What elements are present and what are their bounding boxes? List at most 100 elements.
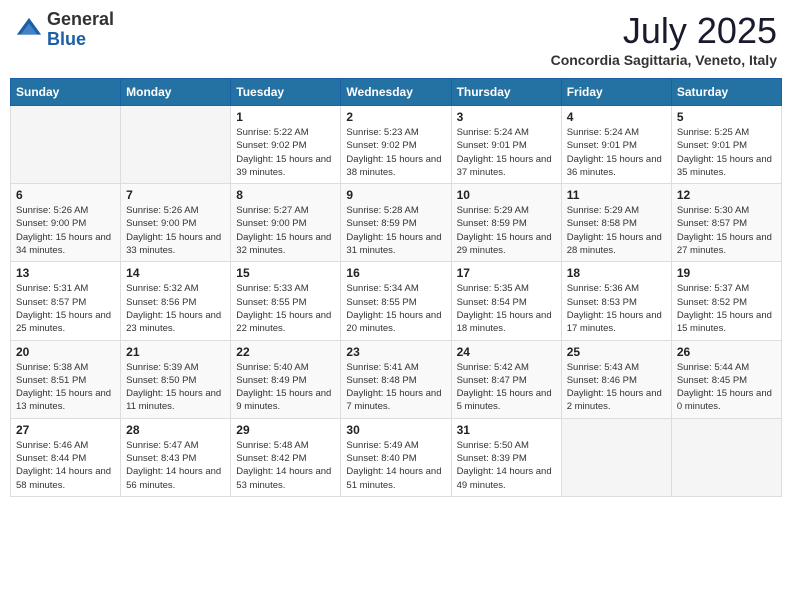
weekday-header-friday: Friday	[561, 79, 671, 106]
day-number: 10	[457, 188, 556, 202]
calendar-cell: 12 Sunrise: 5:30 AM Sunset: 8:57 PM Dayli…	[671, 184, 781, 262]
calendar-cell: 13 Sunrise: 5:31 AM Sunset: 8:57 PM Dayli…	[11, 262, 121, 340]
day-info: Sunrise: 5:24 AM Sunset: 9:01 PM Dayligh…	[457, 126, 556, 179]
day-info: Sunrise: 5:26 AM Sunset: 9:00 PM Dayligh…	[16, 204, 115, 257]
logo-icon	[15, 16, 43, 44]
day-number: 3	[457, 110, 556, 124]
day-number: 4	[567, 110, 666, 124]
calendar-week-2: 6 Sunrise: 5:26 AM Sunset: 9:00 PM Daylig…	[11, 184, 782, 262]
calendar-cell: 22 Sunrise: 5:40 AM Sunset: 8:49 PM Dayli…	[231, 340, 341, 418]
day-info: Sunrise: 5:44 AM Sunset: 8:45 PM Dayligh…	[677, 361, 776, 414]
day-number: 17	[457, 266, 556, 280]
day-number: 12	[677, 188, 776, 202]
day-info: Sunrise: 5:38 AM Sunset: 8:51 PM Dayligh…	[16, 361, 115, 414]
calendar-cell: 1 Sunrise: 5:22 AM Sunset: 9:02 PM Daylig…	[231, 106, 341, 184]
calendar-table: SundayMondayTuesdayWednesdayThursdayFrid…	[10, 78, 782, 497]
calendar-cell: 3 Sunrise: 5:24 AM Sunset: 9:01 PM Daylig…	[451, 106, 561, 184]
month-title: July 2025	[551, 10, 777, 52]
day-info: Sunrise: 5:31 AM Sunset: 8:57 PM Dayligh…	[16, 282, 115, 335]
calendar-cell: 18 Sunrise: 5:36 AM Sunset: 8:53 PM Dayli…	[561, 262, 671, 340]
day-info: Sunrise: 5:36 AM Sunset: 8:53 PM Dayligh…	[567, 282, 666, 335]
calendar-cell: 31 Sunrise: 5:50 AM Sunset: 8:39 PM Dayli…	[451, 418, 561, 496]
day-number: 7	[126, 188, 225, 202]
calendar-cell: 23 Sunrise: 5:41 AM Sunset: 8:48 PM Dayli…	[341, 340, 451, 418]
day-info: Sunrise: 5:27 AM Sunset: 9:00 PM Dayligh…	[236, 204, 335, 257]
day-number: 24	[457, 345, 556, 359]
weekday-header-saturday: Saturday	[671, 79, 781, 106]
day-number: 19	[677, 266, 776, 280]
day-number: 20	[16, 345, 115, 359]
calendar-cell: 26 Sunrise: 5:44 AM Sunset: 8:45 PM Dayli…	[671, 340, 781, 418]
calendar-cell: 20 Sunrise: 5:38 AM Sunset: 8:51 PM Dayli…	[11, 340, 121, 418]
calendar-cell: 5Sunrise: 5:25 AM Sunset: 9:01 PM Daylig…	[671, 106, 781, 184]
weekday-header-sunday: Sunday	[11, 79, 121, 106]
day-info: Sunrise: 5:28 AM Sunset: 8:59 PM Dayligh…	[346, 204, 445, 257]
day-number: 30	[346, 423, 445, 437]
weekday-header-monday: Monday	[121, 79, 231, 106]
calendar-cell: 7Sunrise: 5:26 AM Sunset: 9:00 PM Daylig…	[121, 184, 231, 262]
calendar-cell: 9Sunrise: 5:28 AM Sunset: 8:59 PM Daylig…	[341, 184, 451, 262]
day-info: Sunrise: 5:30 AM Sunset: 8:57 PM Dayligh…	[677, 204, 776, 257]
weekday-header-tuesday: Tuesday	[231, 79, 341, 106]
day-number: 21	[126, 345, 225, 359]
day-info: Sunrise: 5:48 AM Sunset: 8:42 PM Dayligh…	[236, 439, 335, 492]
day-number: 29	[236, 423, 335, 437]
calendar-cell: 19Sunrise: 5:37 AM Sunset: 8:52 PM Dayli…	[671, 262, 781, 340]
weekday-header-row: SundayMondayTuesdayWednesdayThursdayFrid…	[11, 79, 782, 106]
calendar-week-1: 1 Sunrise: 5:22 AM Sunset: 9:02 PM Daylig…	[11, 106, 782, 184]
calendar-cell	[121, 106, 231, 184]
day-number: 14	[126, 266, 225, 280]
logo-general-text: General	[47, 10, 114, 30]
day-info: Sunrise: 5:25 AM Sunset: 9:01 PM Dayligh…	[677, 126, 776, 179]
day-info: Sunrise: 5:33 AM Sunset: 8:55 PM Dayligh…	[236, 282, 335, 335]
day-info: Sunrise: 5:29 AM Sunset: 8:59 PM Dayligh…	[457, 204, 556, 257]
day-number: 27	[16, 423, 115, 437]
calendar-cell: 29 Sunrise: 5:48 AM Sunset: 8:42 PM Dayli…	[231, 418, 341, 496]
weekday-header-wednesday: Wednesday	[341, 79, 451, 106]
calendar-cell: 24Sunrise: 5:42 AM Sunset: 8:47 PM Dayli…	[451, 340, 561, 418]
calendar-cell: 15 Sunrise: 5:33 AM Sunset: 8:55 PM Dayli…	[231, 262, 341, 340]
day-number: 22	[236, 345, 335, 359]
day-number: 26	[677, 345, 776, 359]
title-block: July 2025 Concordia Sagittaria, Veneto, …	[551, 10, 777, 68]
calendar-cell: 14 Sunrise: 5:32 AM Sunset: 8:56 PM Dayli…	[121, 262, 231, 340]
day-info: Sunrise: 5:41 AM Sunset: 8:48 PM Dayligh…	[346, 361, 445, 414]
day-number: 31	[457, 423, 556, 437]
day-info: Sunrise: 5:32 AM Sunset: 8:56 PM Dayligh…	[126, 282, 225, 335]
day-number: 6	[16, 188, 115, 202]
day-info: Sunrise: 5:46 AM Sunset: 8:44 PM Dayligh…	[16, 439, 115, 492]
day-number: 15	[236, 266, 335, 280]
day-info: Sunrise: 5:47 AM Sunset: 8:43 PM Dayligh…	[126, 439, 225, 492]
calendar-cell: 4Sunrise: 5:24 AM Sunset: 9:01 PM Daylig…	[561, 106, 671, 184]
day-number: 23	[346, 345, 445, 359]
calendar-cell: 17Sunrise: 5:35 AM Sunset: 8:54 PM Dayli…	[451, 262, 561, 340]
logo-blue-text: Blue	[47, 30, 114, 50]
day-number: 13	[16, 266, 115, 280]
calendar-cell: 2Sunrise: 5:23 AM Sunset: 9:02 PM Daylig…	[341, 106, 451, 184]
calendar-cell: 21 Sunrise: 5:39 AM Sunset: 8:50 PM Dayli…	[121, 340, 231, 418]
location-subtitle: Concordia Sagittaria, Veneto, Italy	[551, 52, 777, 68]
day-number: 8	[236, 188, 335, 202]
page-header: General Blue July 2025 Concordia Sagitta…	[10, 10, 782, 68]
day-number: 11	[567, 188, 666, 202]
weekday-header-thursday: Thursday	[451, 79, 561, 106]
calendar-week-3: 13 Sunrise: 5:31 AM Sunset: 8:57 PM Dayli…	[11, 262, 782, 340]
calendar-cell: 28 Sunrise: 5:47 AM Sunset: 8:43 PM Dayli…	[121, 418, 231, 496]
day-number: 28	[126, 423, 225, 437]
calendar-cell: 10 Sunrise: 5:29 AM Sunset: 8:59 PM Dayli…	[451, 184, 561, 262]
day-info: Sunrise: 5:22 AM Sunset: 9:02 PM Dayligh…	[236, 126, 335, 179]
day-info: Sunrise: 5:50 AM Sunset: 8:39 PM Dayligh…	[457, 439, 556, 492]
day-number: 1	[236, 110, 335, 124]
calendar-cell: 25Sunrise: 5:43 AM Sunset: 8:46 PM Dayli…	[561, 340, 671, 418]
day-info: Sunrise: 5:23 AM Sunset: 9:02 PM Dayligh…	[346, 126, 445, 179]
day-info: Sunrise: 5:34 AM Sunset: 8:55 PM Dayligh…	[346, 282, 445, 335]
calendar-week-5: 27 Sunrise: 5:46 AM Sunset: 8:44 PM Dayli…	[11, 418, 782, 496]
calendar-cell: 8 Sunrise: 5:27 AM Sunset: 9:00 PM Daylig…	[231, 184, 341, 262]
calendar-cell	[11, 106, 121, 184]
day-number: 18	[567, 266, 666, 280]
day-info: Sunrise: 5:40 AM Sunset: 8:49 PM Dayligh…	[236, 361, 335, 414]
calendar-cell: 11Sunrise: 5:29 AM Sunset: 8:58 PM Dayli…	[561, 184, 671, 262]
calendar-cell: 30Sunrise: 5:49 AM Sunset: 8:40 PM Dayli…	[341, 418, 451, 496]
day-info: Sunrise: 5:39 AM Sunset: 8:50 PM Dayligh…	[126, 361, 225, 414]
calendar-cell	[561, 418, 671, 496]
